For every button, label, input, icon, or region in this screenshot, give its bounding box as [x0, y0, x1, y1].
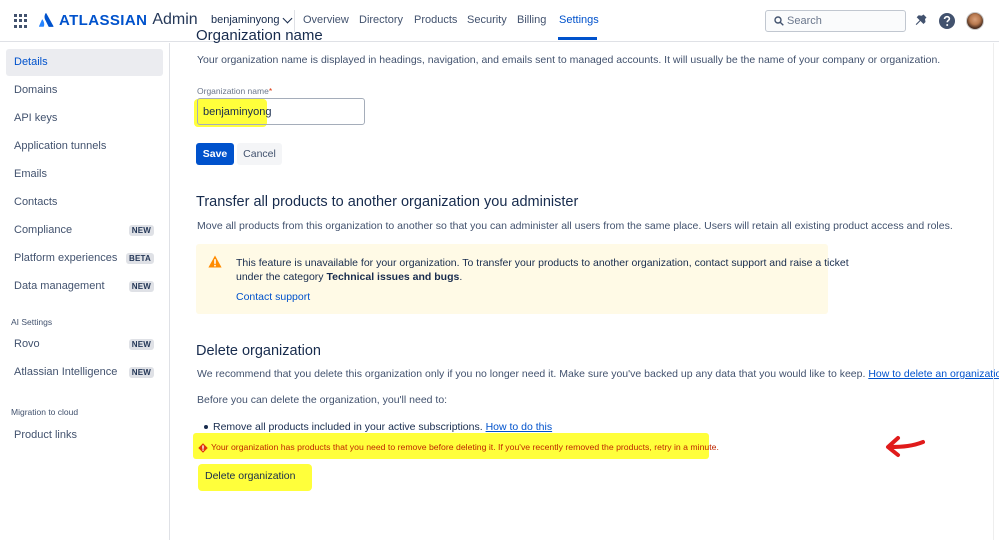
tab-overview[interactable]: Overview — [303, 14, 349, 26]
org-name-label: Organization name* — [197, 86, 272, 96]
cancel-button[interactable]: Cancel — [237, 143, 282, 165]
tab-security[interactable]: Security — [467, 14, 507, 26]
error-icon — [198, 443, 208, 453]
prereq-list-item: Remove all products included in your act… — [213, 421, 552, 433]
sidebar-item-label: Product links — [14, 429, 77, 441]
delete-organization-button[interactable]: Delete organization — [205, 470, 295, 482]
how-to-do-this-link[interactable]: How to do this — [486, 421, 553, 433]
new-badge: NEW — [128, 367, 154, 378]
tab-directory[interactable]: Directory — [359, 14, 403, 26]
org-switcher-label: benjaminyong — [211, 14, 280, 26]
sidebar-item-platform-experiences[interactable]: Platform experiences BETA — [6, 245, 163, 272]
sidebar-item-label: Details — [14, 56, 48, 68]
new-badge: NEW — [128, 339, 154, 350]
section-heading-partially-scrolled: Organization name — [196, 27, 323, 44]
sidebar-item-label: Domains — [14, 84, 58, 96]
atlassian-mark-icon — [38, 13, 54, 27]
brand-name: ATLASSIAN — [59, 11, 148, 29]
delete-section-title: Delete organization — [196, 343, 321, 359]
tab-products[interactable]: Products — [414, 14, 457, 26]
notifications-icon[interactable] — [910, 11, 930, 31]
atlassian-logo[interactable]: ATLASSIAN Admin — [38, 11, 198, 29]
transfer-description: Move all products from this organization… — [197, 220, 953, 232]
warning-text-prefix: under the category — [236, 271, 327, 283]
sidebar-item-label: Contacts — [14, 196, 58, 208]
transfer-unavailable-warning: This feature is unavailable for your org… — [196, 244, 849, 314]
warning-text-line2: under the category Technical issues and … — [236, 271, 462, 283]
main-content: Organization name Your organization name… — [171, 27, 999, 540]
warning-icon — [208, 255, 222, 268]
warning-category-name: Technical issues and bugs — [326, 271, 460, 283]
transfer-section-title: Transfer all products to another organiz… — [196, 194, 579, 210]
annotation-arrow-icon — [886, 436, 925, 457]
sidebar-item-contacts[interactable]: Contacts — [6, 189, 163, 216]
delete-description-text: We recommend that you delete this organi… — [197, 368, 869, 380]
avatar[interactable] — [966, 12, 984, 30]
sidebar-item-label: Data management — [14, 280, 105, 292]
required-mark: * — [268, 86, 273, 96]
settings-sidebar: Details Domains API keys Application tun… — [0, 43, 170, 540]
how-to-delete-link[interactable]: How to delete an organization — [868, 368, 999, 380]
beta-badge: BETA — [126, 253, 154, 264]
help-icon[interactable] — [937, 11, 957, 31]
search-icon — [774, 16, 784, 26]
sidebar-item-label: Rovo — [14, 338, 40, 350]
app-switcher-icon[interactable] — [14, 14, 28, 28]
sidebar-item-rovo[interactable]: Rovo NEW — [6, 331, 163, 358]
active-tab-indicator — [558, 37, 597, 40]
sidebar-heading-ai-settings: AI Settings — [11, 317, 53, 327]
sidebar-item-domains[interactable]: Domains — [6, 77, 163, 104]
delete-error-message: Your organization has products that you … — [211, 442, 719, 452]
org-name-description: Your organization name is displayed in h… — [197, 54, 941, 66]
sidebar-item-label: Application tunnels — [14, 140, 107, 152]
warning-text-suffix: . — [459, 271, 463, 283]
bullet-marker — [204, 425, 208, 429]
sidebar-item-label: Platform experiences — [14, 252, 118, 264]
search-input[interactable] — [787, 11, 902, 31]
org-name-label-text: Organization name — [197, 86, 269, 96]
sidebar-item-label: Atlassian Intelligence — [14, 366, 118, 378]
sidebar-item-atlassian-intelligence[interactable]: Atlassian Intelligence NEW — [6, 359, 163, 386]
tab-billing[interactable]: Billing — [517, 14, 546, 26]
sidebar-item-details[interactable]: Details — [6, 49, 163, 76]
sidebar-item-product-links[interactable]: Product links — [6, 422, 163, 449]
sidebar-item-label: Emails — [14, 168, 48, 180]
chevron-down-icon — [282, 13, 292, 24]
org-switcher[interactable]: benjaminyong — [211, 13, 292, 26]
prereq-text: Remove all products included in your act… — [213, 421, 486, 433]
scrollbar-track[interactable] — [993, 43, 999, 540]
sidebar-item-compliance[interactable]: Compliance NEW — [6, 217, 163, 244]
sidebar-item-label: Compliance — [14, 224, 73, 236]
sidebar-item-application-tunnels[interactable]: Application tunnels — [6, 133, 163, 160]
delete-prereq-intro: Before you can delete the organization, … — [197, 394, 448, 406]
new-badge: NEW — [128, 225, 154, 236]
product-name: Admin — [152, 11, 198, 28]
sidebar-heading-migration: Migration to cloud — [11, 407, 79, 417]
new-badge: NEW — [128, 281, 154, 292]
search-box[interactable] — [765, 10, 906, 32]
top-navigation: ATLASSIAN Admin benjaminyong Overview Di… — [0, 0, 999, 42]
org-name-input[interactable] — [197, 98, 365, 125]
save-button[interactable]: Save — [196, 143, 234, 165]
delete-description: We recommend that you delete this organi… — [197, 368, 999, 380]
sidebar-item-api-keys[interactable]: API keys — [6, 105, 163, 132]
contact-support-link[interactable]: Contact support — [236, 291, 310, 303]
sidebar-item-label: API keys — [14, 112, 58, 124]
sidebar-item-emails[interactable]: Emails — [6, 161, 163, 188]
tab-settings[interactable]: Settings — [559, 14, 599, 26]
warning-text-line1: This feature is unavailable for your org… — [236, 257, 849, 269]
sidebar-item-data-management[interactable]: Data management NEW — [6, 273, 163, 300]
